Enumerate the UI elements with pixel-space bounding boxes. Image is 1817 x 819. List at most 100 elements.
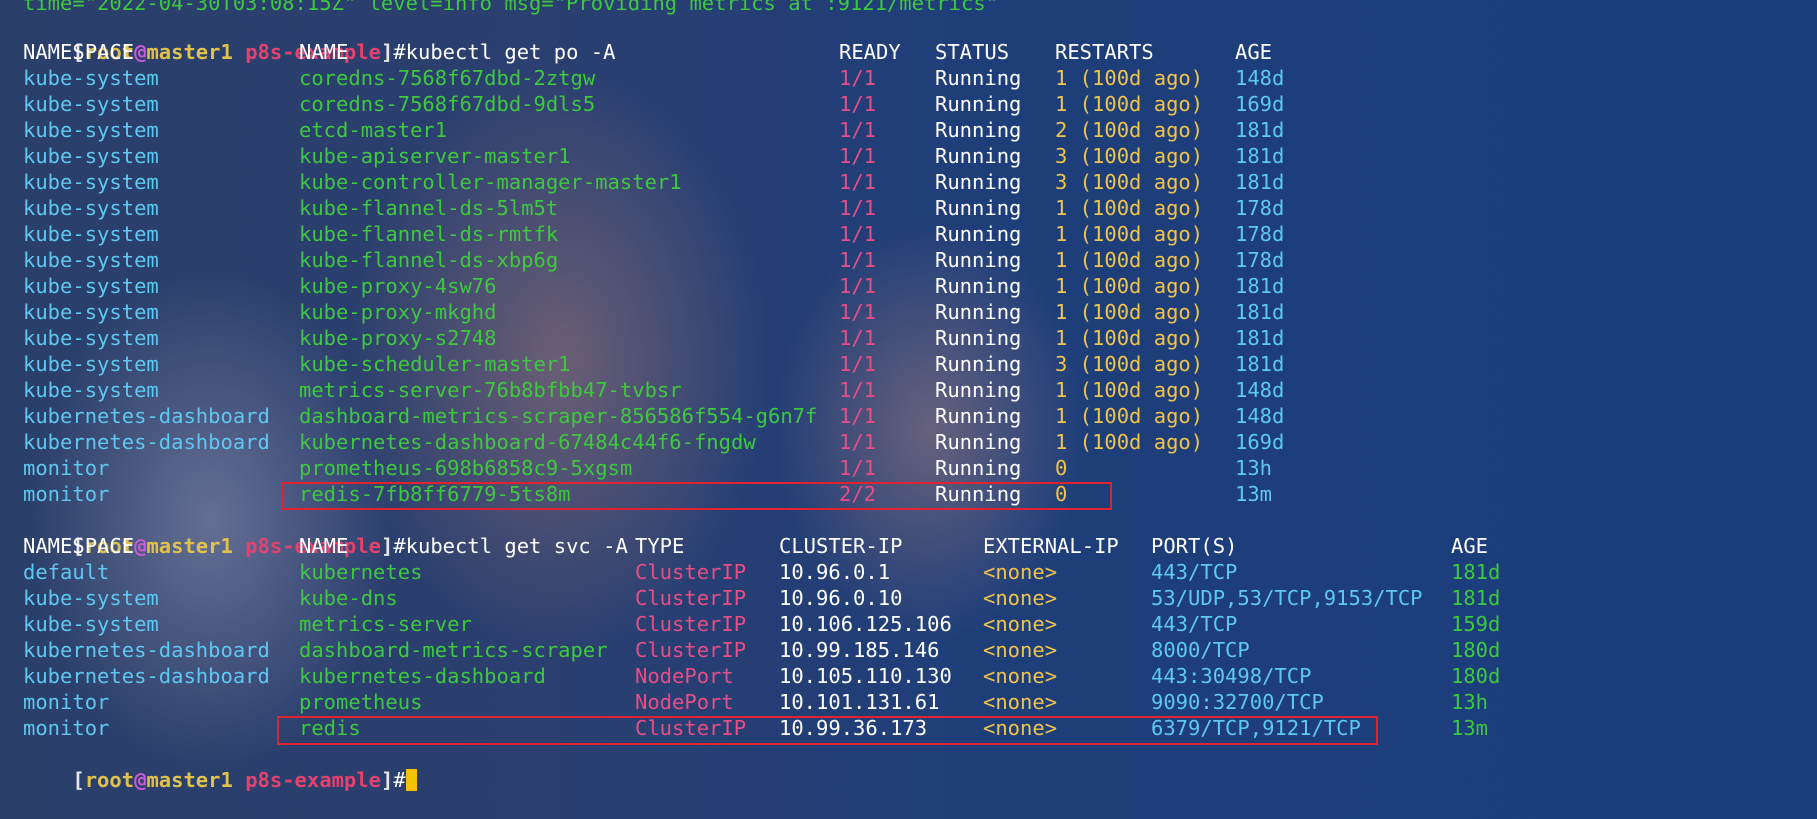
- prompt-host: master1: [146, 40, 233, 64]
- service-name-cell: kubernetes-dashboard: [299, 664, 546, 688]
- pod-age-cell: 148d: [1235, 66, 1285, 90]
- col-status-header: STATUS: [935, 40, 1010, 64]
- col-restarts-header: RESTARTS: [1055, 40, 1154, 64]
- pod-ready-cell: 1/1: [839, 274, 877, 298]
- pod-age-cell: 181d: [1235, 326, 1285, 350]
- pod-ready-cell: 1/1: [839, 144, 877, 168]
- pod-name-cell: kube-proxy-s2748: [299, 326, 497, 350]
- pod-ready-cell: 1/1: [839, 222, 877, 246]
- pod-restarts-cell: 3 (100d ago): [1055, 144, 1204, 168]
- service-name-cell: metrics-server: [299, 612, 472, 636]
- service-age-cell: 159d: [1451, 612, 1501, 636]
- service-type-cell: NodePort: [635, 690, 734, 714]
- pod-name-cell: coredns-7568f67dbd-2ztgw: [299, 66, 596, 90]
- redis-service-highlight-box: [277, 716, 1378, 745]
- col-namespace-header: NAMESPACE: [23, 40, 135, 64]
- pod-ready-cell: 1/1: [839, 66, 877, 90]
- pod-ready-cell: 1/1: [839, 404, 877, 428]
- pod-age-cell: 178d: [1235, 196, 1285, 220]
- col-age-header: AGE: [1451, 534, 1489, 558]
- pod-ready-cell: 1/1: [839, 196, 877, 220]
- pod-namespace-cell: kube-system: [23, 92, 159, 116]
- shell-prompt[interactable]: [root@master1 p8s-example]#: [23, 741, 417, 792]
- service-cluster-ip-cell: 10.105.110.130: [779, 664, 952, 688]
- pod-restarts-cell: 1 (100d ago): [1055, 196, 1204, 220]
- prompt-hash: #: [393, 534, 406, 558]
- prompt-at: @: [134, 768, 147, 792]
- pod-age-cell: 181d: [1235, 300, 1285, 324]
- service-ports-cell: 443/TCP: [1151, 612, 1238, 636]
- pod-namespace-cell: kube-system: [23, 144, 159, 168]
- service-cluster-ip-cell: 10.96.0.1: [779, 560, 891, 584]
- shell-prompt: [root@master1 p8s-example]#kubectl get s…: [23, 507, 627, 558]
- col-name-header: NAME: [299, 534, 349, 558]
- service-age-cell: 13m: [1451, 716, 1489, 740]
- pod-age-cell: 13h: [1235, 456, 1273, 480]
- pod-restarts-cell: 1 (100d ago): [1055, 326, 1204, 350]
- pod-ready-cell: 1/1: [839, 170, 877, 194]
- service-external-ip-cell: <none>: [983, 612, 1058, 636]
- service-name-cell: prometheus: [299, 690, 423, 714]
- service-age-cell: 181d: [1451, 586, 1501, 610]
- pod-restarts-cell: 1 (100d ago): [1055, 222, 1204, 246]
- pod-namespace-cell: kube-system: [23, 352, 159, 376]
- service-ports-cell: 443/TCP: [1151, 560, 1238, 584]
- pod-namespace-cell: kube-system: [23, 248, 159, 272]
- pod-age-cell: 148d: [1235, 378, 1285, 402]
- pod-age-cell: 169d: [1235, 92, 1285, 116]
- command-text: kubectl get svc -A: [405, 534, 628, 558]
- redis-pod-highlight-box: [282, 482, 1112, 510]
- pod-ready-cell: 1/1: [839, 352, 877, 376]
- pod-status-cell: Running: [935, 248, 1022, 272]
- prompt-at: @: [134, 534, 147, 558]
- pod-restarts-cell: 1 (100d ago): [1055, 274, 1204, 298]
- pod-name-cell: kube-controller-manager-master1: [299, 170, 682, 194]
- service-name-cell: dashboard-metrics-scraper: [299, 638, 608, 662]
- prompt-close-bracket: ]: [380, 534, 394, 558]
- service-namespace-cell: default: [23, 560, 110, 584]
- pod-restarts-cell: 1 (100d ago): [1055, 300, 1204, 324]
- pod-status-cell: Running: [935, 378, 1022, 402]
- service-external-ip-cell: <none>: [983, 586, 1058, 610]
- pod-namespace-cell: monitor: [23, 482, 110, 506]
- pod-name-cell: kube-flannel-ds-5lm5t: [299, 196, 559, 220]
- command-text: kubectl get po -A: [405, 40, 616, 64]
- service-type-cell: NodePort: [635, 664, 734, 688]
- pod-age-cell: 181d: [1235, 144, 1285, 168]
- service-namespace-cell: kube-system: [23, 586, 159, 610]
- service-namespace-cell: kubernetes-dashboard: [23, 664, 270, 688]
- pod-namespace-cell: kube-system: [23, 222, 159, 246]
- pod-name-cell: metrics-server-76b8bfbb47-tvbsr: [299, 378, 682, 402]
- prompt-user: root: [84, 768, 135, 792]
- pod-status-cell: Running: [935, 274, 1022, 298]
- terminal-window[interactable]: time="2022-04-30T03:08:15Z" level=info m…: [0, 0, 1817, 792]
- prompt-directory: p8s-example: [245, 768, 381, 792]
- pod-restarts-cell: 2 (100d ago): [1055, 118, 1204, 142]
- pod-status-cell: Running: [935, 300, 1022, 324]
- col-ports-header: PORT(S): [1151, 534, 1238, 558]
- service-external-ip-cell: <none>: [983, 664, 1058, 688]
- pod-age-cell: 181d: [1235, 274, 1285, 298]
- pod-status-cell: Running: [935, 66, 1022, 90]
- col-type-header: TYPE: [635, 534, 685, 558]
- pod-name-cell: kube-flannel-ds-rmtfk: [299, 222, 559, 246]
- service-age-cell: 181d: [1451, 560, 1501, 584]
- pod-age-cell: 181d: [1235, 118, 1285, 142]
- pod-status-cell: Running: [935, 222, 1022, 246]
- pod-restarts-cell: 1 (100d ago): [1055, 248, 1204, 272]
- service-cluster-ip-cell: 10.99.185.146: [779, 638, 940, 662]
- pod-restarts-cell: 1 (100d ago): [1055, 430, 1204, 454]
- pod-restarts-cell: 3 (100d ago): [1055, 352, 1204, 376]
- service-age-cell: 13h: [1451, 690, 1489, 714]
- prompt-open-bracket: [: [72, 768, 85, 792]
- pod-namespace-cell: kube-system: [23, 118, 159, 142]
- pod-restarts-cell: 1 (100d ago): [1055, 378, 1204, 402]
- pod-namespace-cell: kubernetes-dashboard: [23, 430, 270, 454]
- pod-status-cell: Running: [935, 404, 1022, 428]
- service-external-ip-cell: <none>: [983, 560, 1058, 584]
- service-namespace-cell: monitor: [23, 690, 110, 714]
- col-name-header: NAME: [299, 40, 349, 64]
- pod-age-cell: 178d: [1235, 248, 1285, 272]
- service-name-cell: kube-dns: [299, 586, 398, 610]
- pod-name-cell: kube-scheduler-master1: [299, 352, 571, 376]
